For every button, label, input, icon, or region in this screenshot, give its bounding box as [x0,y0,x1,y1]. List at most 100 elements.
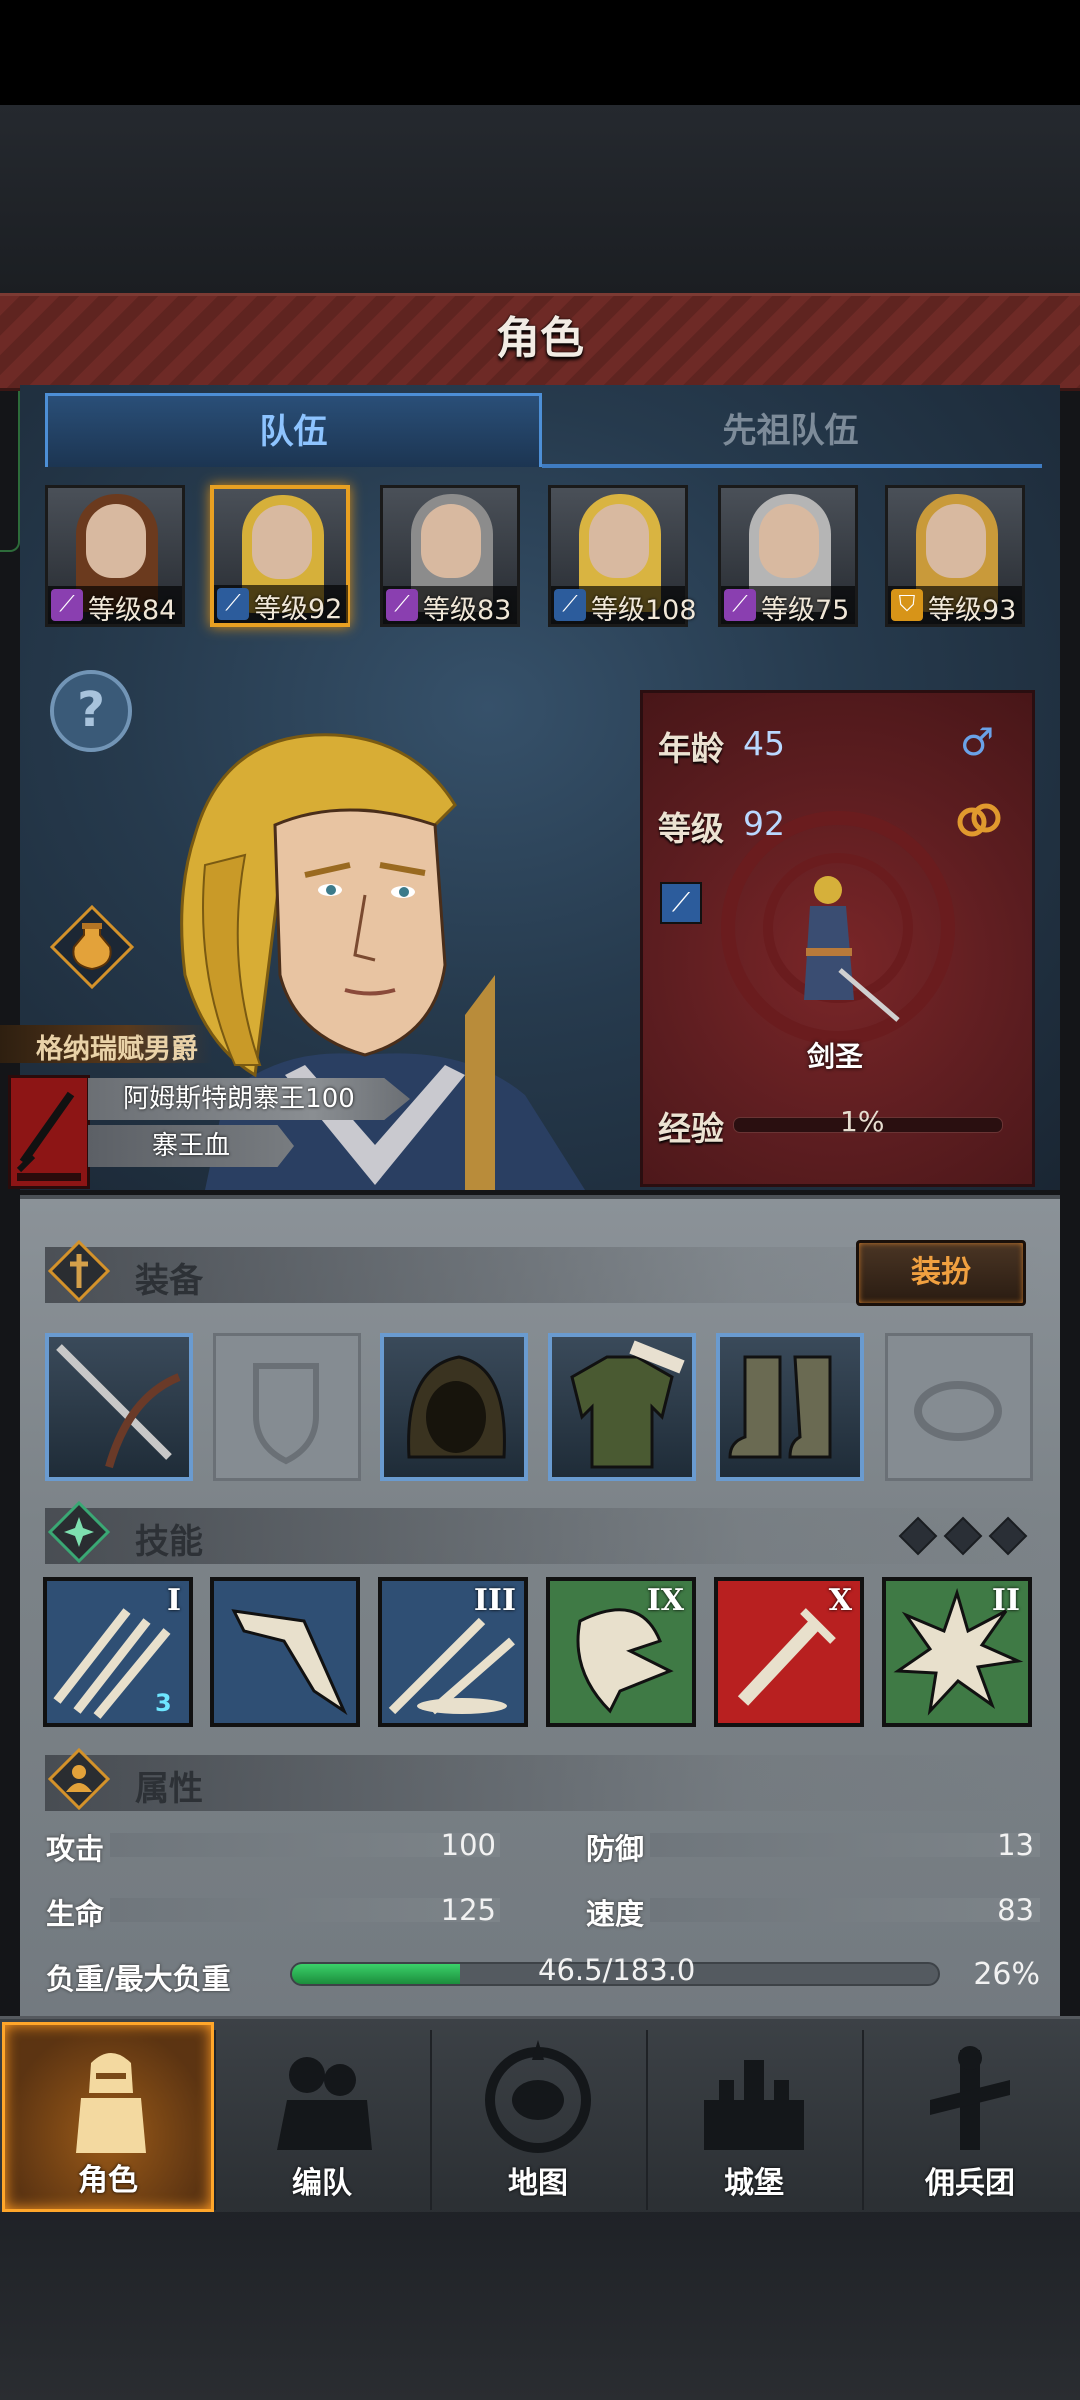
nav-castle[interactable]: 城堡 [648,2022,860,2212]
mercenary-icon [930,2046,1010,2150]
skill-level-badge: 3 [155,1689,172,1717]
rings-icon[interactable] [955,800,1003,844]
house-banner-icon[interactable] [8,1075,90,1189]
character-name-plate: 阿姆斯特朗寨王100 [88,1078,410,1120]
nav-map-label: 地图 [508,2166,568,2201]
shield-slot[interactable] [213,1333,361,1481]
bloodline: 寨王血 [151,1131,230,1161]
team-member-5[interactable]: 等级75 ⟋ [718,485,858,627]
skills-header: 技能 [45,1508,1045,1564]
age-label: 年龄 [658,729,724,768]
armor-slot[interactable] [548,1333,696,1481]
character-name: 阿姆斯特朗寨王100 [123,1084,355,1114]
sword-class-icon: ⟋ [660,882,702,924]
sword-bow-icon [56,1344,181,1469]
skill-4[interactable]: IX [546,1577,696,1727]
potion-icon[interactable] [49,904,135,990]
speed-value: 83 [997,1893,1034,1927]
attack-label: 攻击 [46,1832,105,1866]
team-member-2[interactable]: 等级92 ⟋ [210,485,350,627]
skill-rank: III [473,1583,516,1618]
member-level: 等级93 [928,595,1017,626]
hp-value: 125 [440,1893,496,1927]
noble-title: 格纳瑞赋男爵 [36,1034,198,1065]
skill-rank: X [828,1583,852,1618]
team-member-4[interactable]: 等级108 ⟋ [548,485,697,627]
exp-value: 1% [840,1105,885,1138]
noble-title-bar: 格纳瑞赋男爵 [0,1025,212,1065]
sword-icon: ⟋ [217,588,249,620]
load-bar-fill [292,1964,460,1984]
boots-slot[interactable] [716,1333,864,1481]
hp-label: 生命 [46,1897,105,1931]
staff-icon: ⟋ [724,589,756,621]
nav-character[interactable]: 角色 [2,2022,214,2212]
staff-icon: ⟋ [386,589,418,621]
status-bar [0,0,1080,105]
boots-icon [728,1355,832,1459]
hood-icon [407,1355,506,1459]
nav-castle-label: 城堡 [724,2166,784,2201]
team-member-6[interactable]: 等级93 ⛉ [885,485,1025,627]
attributes-icon [47,1747,111,1811]
knight-icon [76,2053,146,2153]
face [86,504,146,578]
page-title: 角色 [496,313,584,364]
skill-rank: I [166,1583,181,1618]
member-level: 等级92 [254,594,343,625]
skills-icon [47,1500,111,1564]
skill-3[interactable]: III [378,1577,528,1727]
tab-team[interactable]: 队伍 [45,393,542,467]
member-level: 等级84 [88,595,177,626]
skill-5[interactable]: X [714,1577,864,1727]
squad-icon [277,2057,372,2150]
tab-underline [542,464,1042,468]
ring-icon [914,1381,1002,1441]
nav-map[interactable]: 地图 [432,2022,644,2212]
skill-6[interactable]: II [882,1577,1032,1727]
face [421,504,481,578]
equipment-icon [47,1239,111,1303]
skill-2[interactable] [210,1577,360,1727]
nav-mercenary-label: 佣兵团 [925,2166,1015,2201]
skill-rank: II [991,1583,1020,1618]
tab-team-label: 队伍 [259,412,328,452]
face [252,505,312,579]
skills-label: 技能 [135,1522,203,1562]
skill-1[interactable]: I 3 [43,1577,193,1727]
face [926,504,986,578]
shield-icon [253,1363,319,1465]
castle-icon [704,2060,804,2150]
face [589,504,649,578]
member-level: 等级83 [423,595,512,626]
nav-squad[interactable]: 编队 [216,2022,428,2212]
help-icon[interactable]: ? [50,670,132,752]
tab-ancestor-team[interactable]: 先祖队伍 [542,393,1039,467]
defense-label: 防御 [586,1832,645,1866]
load-value: 46.5/183.0 [538,1953,696,1987]
helmet-slot[interactable] [380,1333,528,1481]
compass-icon [485,2040,591,2153]
member-level: 等级108 [591,595,697,626]
attributes-header: 属性 [45,1755,1045,1811]
class-name: 剑圣 [806,1040,863,1073]
bloodline-plate: 寨王血 [88,1125,294,1167]
dress-up-button[interactable]: 装扮 [856,1240,1026,1306]
top-background [0,105,1080,295]
dress-up-label: 装扮 [911,1255,971,1290]
nav-mercenary[interactable]: 佣兵团 [864,2022,1076,2212]
team-member-1[interactable]: 等级84 ⟋ [45,485,185,627]
skill-rank: IX [646,1583,684,1618]
team-member-3[interactable]: 等级83 ⟋ [380,485,520,627]
ring-slot[interactable] [885,1333,1033,1481]
weapon-slot[interactable] [45,1333,193,1481]
age-value: 45 [743,724,785,763]
load-label: 负重/最大负重 [46,1962,231,1996]
tab-ancestor-team-label: 先祖队伍 [722,411,859,451]
load-percent: 26% [973,1957,1040,1992]
nav-character-label: 角色 [78,2163,138,2198]
bottom-background [0,2212,1080,2400]
male-icon: ♂ [960,720,995,764]
class-figure [770,870,900,1034]
attributes-label: 属性 [135,1769,203,1809]
